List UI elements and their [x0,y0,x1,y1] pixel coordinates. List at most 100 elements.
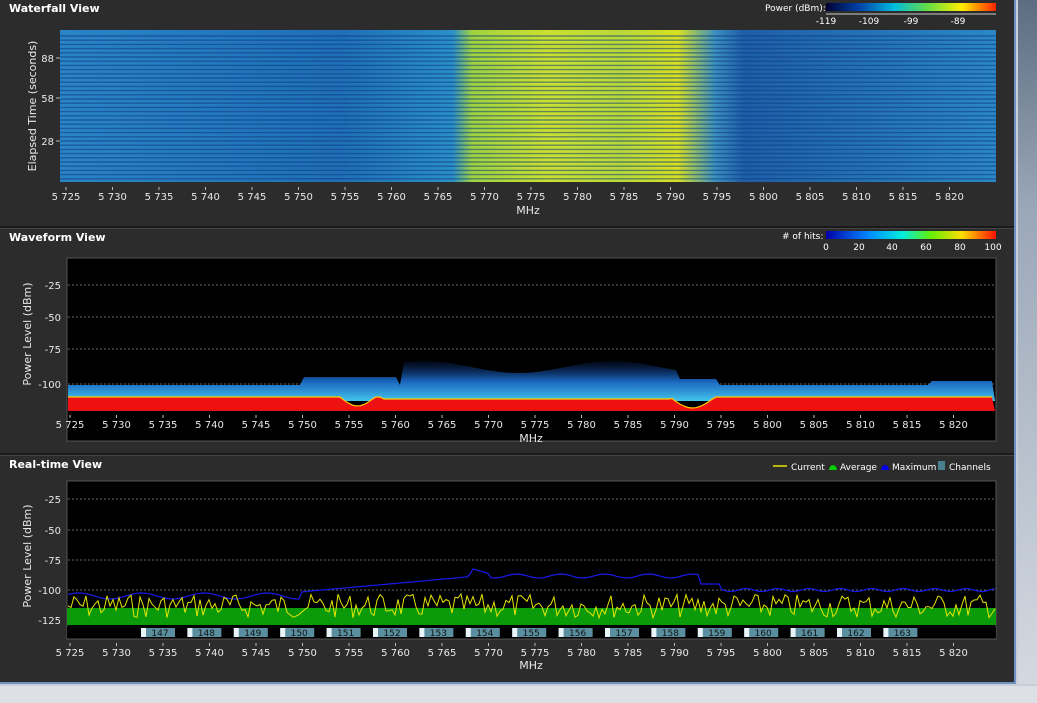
legend-average: Average [840,463,877,473]
x-tick-label: 5 760 [381,420,410,431]
x-tick-label: 5 745 [238,192,267,203]
x-tick-label: 5 770 [470,192,499,203]
channel-strip: 147 148 149 150 151 152 153 154 155 156 157 158 159 1… [67,627,996,639]
x-tick-label: 5 815 [893,420,922,431]
waterfall-x-axis-label: MHz [516,204,540,217]
x-tick-label: 5 740 [191,192,220,203]
channel-label: 157 [615,629,632,639]
x-tick-label: 5 750 [288,420,317,431]
hits-legend-tick: 60 [920,243,932,253]
x-tick-label: 5 800 [749,192,778,203]
legend-current: Current [791,463,825,473]
x-tick-label: 5 725 [52,192,81,203]
channel-label: 153 [430,629,447,639]
x-tick-label: 5 760 [377,192,406,203]
y-tick-label: -50 [45,526,61,537]
x-tick-label: 5 820 [939,420,968,431]
x-tick-label: 5 730 [102,420,131,431]
y-tick-label: 58 [41,94,54,105]
x-tick-label: 5 730 [98,192,127,203]
hits-legend-tick: 40 [886,243,898,253]
power-legend-label: Power (dBm): [765,4,826,14]
channel-label: 148 [198,629,215,639]
y-tick-label: -75 [45,345,61,356]
x-tick-label: 5 735 [145,192,174,203]
channel-label: 159 [708,629,725,639]
x-tick-label: 5 765 [428,648,457,659]
y-tick-label: -50 [45,313,61,324]
x-tick-label: 5 780 [567,648,596,659]
realtime-legend: Current Average Maximum Channels [773,461,991,473]
x-tick-label: 5 775 [521,648,550,659]
x-tick-label: 5 725 [56,648,85,659]
realtime-x-axis-label: MHz [519,659,543,672]
x-tick-label: 5 820 [939,648,968,659]
channel-label: 149 [244,629,261,639]
channel-label: 162 [847,629,864,639]
x-tick-label: 5 810 [846,648,875,659]
realtime-chart[interactable]: Current Average Maximum Channels -25 -50 -75 -… [0,456,1014,682]
channel-label: 156 [569,629,586,639]
x-tick-label: 5 760 [381,648,410,659]
x-tick-label: 5 775 [521,420,550,431]
x-tick-label: 5 765 [424,192,453,203]
power-legend-tick: -99 [904,17,919,27]
hits-legend-label: # of hits: [782,232,823,242]
channel-label: 152 [383,629,400,639]
x-tick-label: 5 810 [846,420,875,431]
power-legend-ticks: -119 -109 -99 -89 [816,17,966,27]
x-tick-label: 5 785 [610,192,639,203]
x-tick-label: 5 730 [102,648,131,659]
x-tick-label: 5 750 [284,192,313,203]
hits-legend-tick: 80 [954,243,966,253]
waterfall-chart[interactable]: Power (dBm): -119 -109 -99 -89 88 58 28 5 725… [0,0,1014,226]
waveform-chart[interactable]: # of hits: 0 20 40 60 80 100 -25 -50 -75 -100 5 … [0,229,1014,453]
channel-label: 147 [151,629,168,639]
y-tick-label: -25 [45,495,61,506]
x-tick-label: 5 750 [288,648,317,659]
x-tick-label: 5 735 [149,420,178,431]
x-tick-label: 5 810 [842,192,871,203]
x-tick-label: 5 820 [935,192,964,203]
y-tick-label: 28 [41,137,54,148]
y-tick-label: -100 [38,380,61,391]
y-tick-label: -125 [38,616,61,627]
x-tick-label: 5 740 [195,420,224,431]
hits-legend-bar [826,231,996,239]
x-tick-label: 5 780 [563,192,592,203]
legend-maximum: Maximum [892,463,936,473]
waterfall-panel: Waterfall View Power (dBm): -119 -109 -9… [0,0,1014,226]
x-tick-label: 5 790 [656,192,685,203]
x-tick-label: 5 800 [753,420,782,431]
x-tick-label: 5 785 [614,648,643,659]
waveform-panel: Waveform View # of hits: 020 40 60 80 10… [0,229,1014,453]
power-legend-tick: -109 [859,17,880,27]
channel-label: 158 [662,629,679,639]
x-tick-label: 5 815 [889,192,918,203]
channel-label: 151 [337,629,354,639]
hits-legend-ticks: 0 20 40 60 80 100 [823,243,1002,253]
x-tick-label: 5 765 [428,420,457,431]
x-tick-label: 5 735 [149,648,178,659]
x-tick-label: 5 795 [703,192,732,203]
x-tick-label: 5 755 [335,420,364,431]
x-tick-label: 5 745 [242,648,271,659]
x-tick-label: 5 740 [195,648,224,659]
desktop-background [1018,0,1037,684]
x-tick-label: 5 800 [753,648,782,659]
spectrum-analyzer-window: Waterfall View Power (dBm): -119 -109 -9… [0,0,1016,684]
x-tick-label: 5 805 [800,648,829,659]
hits-legend-tick: 0 [823,243,829,253]
x-tick-label: 5 795 [707,420,736,431]
channel-label: 160 [755,629,772,639]
x-tick-label: 5 775 [517,192,546,203]
waveform-y-axis-label: Power Level (dBm) [21,282,34,385]
waveform-x-axis-label: MHz [519,432,543,445]
channel-label: 154 [476,629,493,639]
x-tick-label: 5 725 [56,420,85,431]
window-bottom-edge [0,686,1037,703]
x-tick-label: 5 745 [242,420,271,431]
y-tick-label: -100 [38,586,61,597]
channel-label: 155 [523,629,540,639]
x-tick-label: 5 815 [893,648,922,659]
